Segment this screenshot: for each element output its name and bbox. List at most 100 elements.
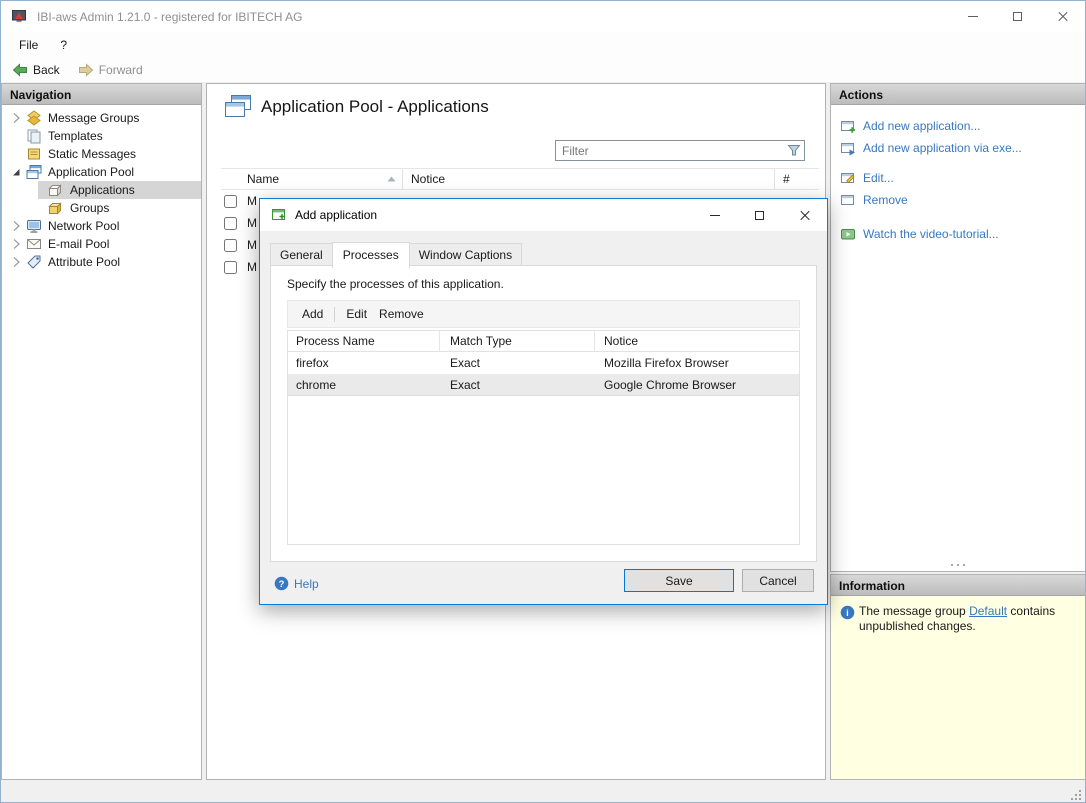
nav-item-email-pool[interactable]: E-mail Pool bbox=[2, 235, 201, 253]
action-add-new-application[interactable]: Add new application... bbox=[831, 115, 1085, 137]
navigation-panel: Navigation Message Groups Templates Stat… bbox=[1, 83, 202, 780]
tab-general[interactable]: General bbox=[270, 243, 333, 267]
toolbar-separator bbox=[334, 306, 336, 322]
nav-item-static-messages[interactable]: Static Messages bbox=[2, 145, 201, 163]
nav-item-application-pool[interactable]: Application Pool bbox=[2, 163, 201, 181]
action-edit[interactable]: Edit... bbox=[831, 167, 1085, 189]
dialog-maximize-button[interactable] bbox=[737, 199, 782, 231]
nav-item-templates[interactable]: Templates bbox=[2, 127, 201, 145]
row-checkbox[interactable] bbox=[224, 260, 237, 274]
cancel-button[interactable]: Cancel bbox=[742, 569, 814, 592]
minimize-icon bbox=[709, 214, 720, 216]
process-table: Process Name Match Type Notice firefox E… bbox=[287, 330, 800, 545]
nav-item-label: Application Pool bbox=[48, 165, 135, 179]
nav-item-message-groups[interactable]: Message Groups bbox=[2, 109, 201, 127]
dialog-minimize-button[interactable] bbox=[692, 199, 737, 231]
chevron-right-icon[interactable] bbox=[10, 238, 22, 250]
app-logo-icon bbox=[12, 10, 26, 23]
chevron-right-icon[interactable] bbox=[10, 256, 22, 268]
nav-item-label: Network Pool bbox=[48, 219, 120, 233]
video-tutorial-icon bbox=[841, 229, 855, 240]
edit-process-button[interactable]: Edit bbox=[340, 304, 373, 324]
dialog-window-controls bbox=[692, 199, 827, 231]
static-messages-icon bbox=[28, 148, 40, 160]
help-link[interactable]: ? Help bbox=[274, 576, 319, 591]
maximize-button[interactable] bbox=[995, 1, 1040, 32]
add-process-button[interactable]: Add bbox=[296, 304, 329, 324]
message-groups-icon bbox=[27, 110, 41, 126]
notice-column-label: Notice bbox=[411, 172, 446, 186]
help-icon: ? bbox=[274, 576, 289, 591]
nav-item-network-pool[interactable]: Network Pool bbox=[2, 217, 201, 235]
dialog-titlebar[interactable]: Add application bbox=[260, 199, 827, 231]
close-button[interactable] bbox=[1040, 1, 1085, 32]
nav-item-applications[interactable]: Applications bbox=[2, 181, 201, 199]
templates-icon bbox=[27, 129, 41, 144]
process-name-column-header[interactable]: Process Name bbox=[288, 331, 440, 351]
notice-column-header[interactable]: Notice bbox=[403, 169, 775, 189]
process-row-chrome[interactable]: chrome Exact Google Chrome Browser bbox=[288, 374, 799, 396]
notice-cell: Mozilla Firefox Browser bbox=[604, 356, 729, 370]
dialog-close-button[interactable] bbox=[782, 199, 827, 231]
close-icon bbox=[799, 209, 811, 221]
information-panel: Information i The message group Default … bbox=[830, 574, 1085, 780]
chevron-down-icon[interactable] bbox=[10, 166, 22, 178]
action-label: Add new application... bbox=[863, 119, 981, 133]
applications-icon bbox=[48, 184, 62, 197]
close-icon bbox=[1057, 11, 1069, 23]
nav-item-attribute-pool[interactable]: Attribute Pool bbox=[2, 253, 201, 271]
filter-funnel-icon[interactable] bbox=[787, 144, 801, 157]
chevron-right-icon[interactable] bbox=[10, 220, 22, 232]
navigation-tree: Message Groups Templates Static Messages bbox=[2, 105, 201, 271]
action-watch-video-tutorial[interactable]: Watch the video-tutorial... bbox=[831, 223, 1085, 245]
action-label: Remove bbox=[863, 193, 908, 207]
match-type-cell: Exact bbox=[450, 377, 481, 392]
notice-column-header[interactable]: Notice bbox=[595, 331, 799, 351]
action-add-new-application-via-exe[interactable]: Add new application via exe... bbox=[831, 137, 1085, 159]
add-application-dialog-icon bbox=[272, 209, 285, 220]
back-arrow-icon bbox=[12, 62, 27, 77]
titlebar: IBI-aws Admin 1.21.0 - registered for IB… bbox=[1, 1, 1085, 32]
row-checkbox[interactable] bbox=[224, 194, 237, 208]
resize-grip[interactable] bbox=[1069, 788, 1081, 800]
menu-file[interactable]: File bbox=[9, 34, 48, 56]
minimize-icon bbox=[967, 16, 978, 17]
actions-panel: Actions Add new application... Add new a… bbox=[830, 83, 1085, 572]
dialog-footer: ? Help Save Cancel bbox=[260, 562, 827, 604]
nav-item-label: E-mail Pool bbox=[48, 237, 110, 251]
tab-processes[interactable]: Processes bbox=[331, 242, 410, 268]
name-column-header[interactable]: Name bbox=[243, 169, 403, 189]
count-column-header[interactable]: # bbox=[775, 172, 819, 186]
tab-window-captions[interactable]: Window Captions bbox=[408, 243, 523, 267]
forward-label: Forward bbox=[98, 62, 143, 77]
row-name-cell: M bbox=[247, 260, 257, 274]
actions-list: Add new application... Add new applicati… bbox=[831, 105, 1085, 245]
back-button[interactable]: Back bbox=[5, 60, 67, 80]
nav-item-label: Attribute Pool bbox=[48, 255, 121, 269]
nav-item-label: Message Groups bbox=[48, 111, 140, 125]
remove-process-button[interactable]: Remove bbox=[373, 304, 430, 324]
name-column-label: Name bbox=[247, 172, 280, 186]
chevron-right-icon[interactable] bbox=[10, 112, 22, 124]
default-message-group-link[interactable]: Default bbox=[969, 604, 1007, 618]
process-row-firefox[interactable]: firefox Exact Mozilla Firefox Browser bbox=[288, 352, 799, 374]
filter-input[interactable] bbox=[555, 140, 805, 161]
notice-cell: Google Chrome Browser bbox=[604, 377, 737, 392]
maximize-icon bbox=[1013, 12, 1022, 21]
forward-button[interactable]: Forward bbox=[71, 60, 150, 80]
save-button[interactable]: Save bbox=[624, 569, 734, 592]
panel-splitter-handle[interactable] bbox=[831, 562, 1085, 568]
nav-item-label: Applications bbox=[70, 183, 135, 197]
row-checkbox[interactable] bbox=[224, 238, 237, 252]
action-label: Watch the video-tutorial... bbox=[863, 227, 999, 241]
network-pool-icon bbox=[27, 220, 41, 233]
menu-help[interactable]: ? bbox=[50, 34, 77, 56]
minimize-button[interactable] bbox=[950, 1, 995, 32]
count-column-label: # bbox=[783, 172, 790, 186]
nav-item-groups[interactable]: Groups bbox=[2, 199, 201, 217]
action-remove[interactable]: Remove bbox=[831, 189, 1085, 211]
processes-tab-panel: Specify the processes of this applicatio… bbox=[270, 265, 817, 562]
match-type-column-header[interactable]: Match Type bbox=[440, 331, 595, 351]
row-checkbox[interactable] bbox=[224, 216, 237, 230]
information-body: i The message group Default contains unp… bbox=[831, 596, 1085, 779]
